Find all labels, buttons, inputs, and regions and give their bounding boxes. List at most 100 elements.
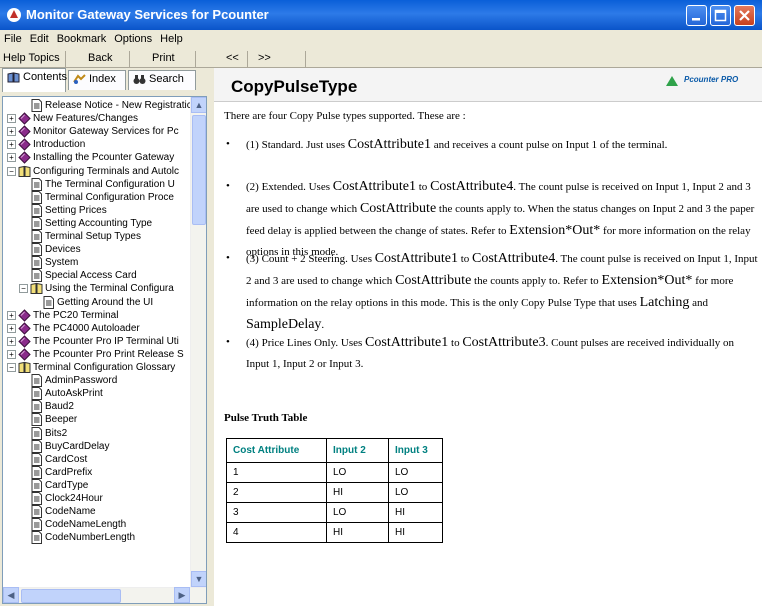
tree-item[interactable]: Clock24Hour bbox=[3, 492, 191, 505]
nav-tabs: Contents Index Search bbox=[0, 68, 209, 92]
tree-item-label: New Features/Changes bbox=[33, 113, 139, 125]
expand-icon[interactable]: + bbox=[7, 140, 16, 150]
tree-item[interactable]: − Using the Terminal Configura bbox=[3, 282, 191, 295]
topic-page-icon bbox=[30, 400, 43, 414]
tree-item-label: Terminal Setup Types bbox=[45, 231, 141, 242]
bullet-text: to bbox=[457, 253, 473, 265]
next-topic-button[interactable]: >> bbox=[250, 51, 306, 67]
menu-help[interactable]: Help bbox=[156, 30, 187, 45]
tree-item[interactable]: + Monitor Gateway Services for Pc bbox=[3, 125, 191, 138]
tree-item[interactable]: − Terminal Configuration Glossary bbox=[3, 361, 191, 374]
tree-item[interactable]: Setting Accounting Type bbox=[3, 216, 191, 230]
tree-item-label: CardType bbox=[45, 479, 89, 491]
tree-item-label: Release Notice - New Registratic bbox=[45, 100, 191, 111]
topic-header: CopyPulseType Pcounter PRO bbox=[214, 68, 762, 102]
table-header-row: Cost Attribute Input 2 Input 3 bbox=[226, 438, 443, 463]
topic-page-icon bbox=[30, 531, 43, 545]
tree-item[interactable]: Getting Around the UI bbox=[3, 295, 191, 309]
tree-item[interactable]: + The PC20 Terminal bbox=[3, 308, 191, 322]
tree-item[interactable]: Beeper bbox=[3, 413, 191, 427]
expand-icon[interactable]: + bbox=[7, 114, 16, 124]
help-topics-button[interactable]: Help Topics bbox=[2, 51, 66, 67]
menu-options[interactable]: Options bbox=[110, 30, 156, 45]
logo-text: Pcounter PRO bbox=[684, 75, 739, 84]
page-title: CopyPulseType bbox=[231, 77, 358, 96]
tree-item[interactable]: CardCost bbox=[3, 452, 191, 466]
expand-icon[interactable]: + bbox=[7, 153, 16, 163]
closed-book-icon bbox=[18, 335, 31, 348]
tree-item[interactable]: Devices bbox=[3, 243, 191, 257]
tree-item[interactable]: Bits2 bbox=[3, 426, 191, 440]
table-title: Pulse Truth Table bbox=[224, 412, 308, 424]
print-button[interactable]: Print bbox=[132, 51, 196, 67]
menu-file[interactable]: File bbox=[0, 30, 26, 45]
tree-item-label: CodeNameLength bbox=[45, 519, 127, 531]
tree-item[interactable]: AdminPassword bbox=[3, 374, 191, 388]
minimize-button[interactable] bbox=[686, 5, 707, 26]
tree-item[interactable]: System bbox=[3, 256, 191, 270]
bullet-text: and bbox=[689, 297, 708, 309]
maximize-button[interactable] bbox=[710, 5, 731, 26]
tree-item[interactable]: + New Features/Changes bbox=[3, 112, 191, 125]
scroll-up-icon[interactable]: ▲ bbox=[191, 97, 206, 113]
expand-icon[interactable]: + bbox=[7, 323, 16, 333]
setting-name: CostAttribute bbox=[359, 201, 437, 216]
topic-page-icon bbox=[30, 256, 43, 270]
tree-item[interactable]: + Introduction bbox=[3, 138, 191, 152]
topic-page-icon bbox=[30, 203, 43, 217]
collapse-icon[interactable]: − bbox=[7, 166, 16, 176]
collapse-icon[interactable]: − bbox=[7, 363, 16, 372]
contents-tree: Release Notice - New Registratic + New Fea… bbox=[3, 97, 191, 587]
collapse-icon[interactable]: − bbox=[19, 284, 28, 294]
tree-item[interactable]: + The Pcounter Pro IP Terminal Uti bbox=[3, 335, 191, 348]
tree-item[interactable]: CardPrefix bbox=[3, 465, 191, 479]
tree-item[interactable]: CodeName bbox=[3, 505, 191, 519]
close-button[interactable] bbox=[734, 5, 755, 26]
scroll-down-icon[interactable]: ▼ bbox=[191, 571, 206, 587]
expand-icon[interactable]: + bbox=[7, 349, 16, 359]
tree-item-label: System bbox=[45, 257, 79, 269]
tree-horizontal-scrollbar[interactable]: ◀ ▶ bbox=[3, 587, 206, 603]
tree-item[interactable]: + The PC4000 Autoloader bbox=[3, 321, 191, 335]
scroll-left-icon[interactable]: ◀ bbox=[3, 587, 19, 603]
tree-item[interactable]: Terminal Setup Types bbox=[3, 230, 191, 243]
open-book-icon bbox=[30, 282, 43, 295]
tree-hscroll-thumb[interactable] bbox=[21, 589, 121, 603]
tree-item[interactable]: CardType bbox=[3, 478, 191, 492]
bullet-text: and receives a count pulse on Input 1 of… bbox=[430, 139, 668, 151]
tree-item[interactable]: Setting Prices bbox=[3, 203, 191, 217]
previous-topic-button[interactable]: << bbox=[198, 51, 248, 67]
tree-scroll-thumb[interactable] bbox=[192, 115, 206, 225]
tree-item[interactable]: Special Access Card bbox=[3, 269, 191, 283]
tab-index[interactable]: Index bbox=[68, 70, 126, 90]
expand-icon[interactable]: + bbox=[7, 310, 16, 320]
setting-name: CostAttribute1 bbox=[374, 251, 458, 266]
tree-item[interactable]: + The Pcounter Pro Print Release S bbox=[3, 348, 191, 361]
tree-vertical-scrollbar[interactable]: ▲ ▼ bbox=[190, 97, 206, 587]
tab-contents[interactable]: Contents bbox=[2, 68, 67, 92]
tree-item[interactable]: CodeNameLength bbox=[3, 518, 191, 532]
topic-page-icon bbox=[30, 452, 43, 466]
scroll-right-icon[interactable]: ▶ bbox=[174, 587, 190, 603]
tree-item[interactable]: Terminal Configuration Proce bbox=[3, 190, 191, 204]
topic-page-icon bbox=[30, 413, 43, 427]
tab-search[interactable]: Search bbox=[128, 70, 196, 90]
expand-icon[interactable]: + bbox=[7, 127, 16, 137]
topic-page-icon bbox=[30, 518, 43, 532]
menu-edit[interactable]: Edit bbox=[26, 30, 53, 45]
tree-item[interactable]: + Installing the Pcounter Gateway bbox=[3, 151, 191, 165]
tree-item[interactable]: Baud2 bbox=[3, 400, 191, 414]
tree-item-label: CardPrefix bbox=[45, 466, 93, 478]
tree-item[interactable]: AutoAskPrint bbox=[3, 387, 191, 401]
menu-bookmark[interactable]: Bookmark bbox=[53, 30, 111, 45]
tree-item-label: Devices bbox=[45, 244, 81, 256]
tree-item[interactable]: CodeNumberLength bbox=[3, 531, 191, 545]
expand-icon[interactable]: + bbox=[7, 336, 16, 346]
app-icon bbox=[7, 8, 21, 22]
tree-item[interactable]: BuyCardDelay bbox=[3, 439, 191, 453]
tree-item[interactable]: − Configuring Terminals and Autolc bbox=[3, 165, 191, 178]
tree-item-label: Introduction bbox=[33, 139, 86, 151]
tree-item[interactable]: The Terminal Configuration U bbox=[3, 177, 191, 191]
tree-item[interactable]: Release Notice - New Registratic bbox=[3, 99, 191, 112]
back-button[interactable]: Back bbox=[68, 51, 130, 67]
